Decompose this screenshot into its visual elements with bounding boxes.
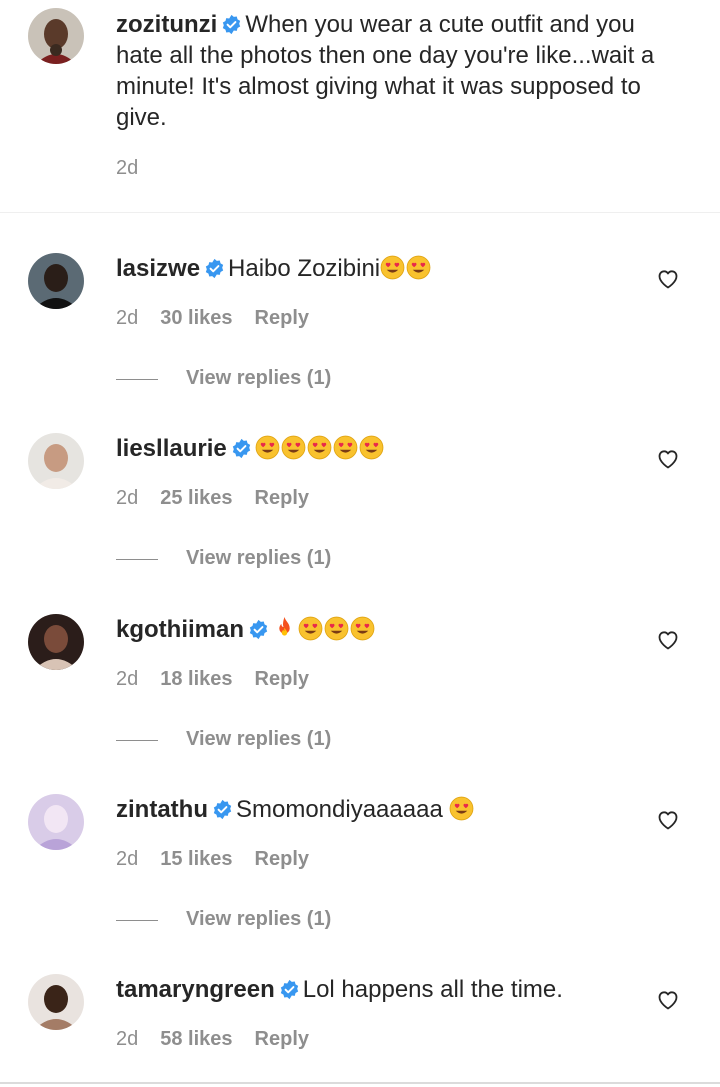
comment-meta: 2d 58 likes Reply (116, 1028, 331, 1051)
like-heart-icon[interactable] (656, 628, 680, 652)
comment-text-block: zintathu Smomondiyaaaaaa (116, 794, 676, 825)
like-count[interactable]: 25 likes (160, 487, 232, 510)
heart-eyes-emoji-icon (333, 435, 358, 460)
comment-username[interactable]: lasizwe (116, 255, 200, 282)
post-caption: zozitunzi When you wear a cute outfit and… (0, 0, 720, 212)
like-heart-icon[interactable] (656, 988, 680, 1012)
reply-button[interactable]: Reply (255, 1028, 309, 1051)
comment-username[interactable]: tamaryngreen (116, 976, 275, 1003)
comment-username[interactable]: kgothiiman (116, 616, 244, 643)
heart-eyes-emoji-icon (324, 616, 349, 641)
reply-button[interactable]: Reply (255, 848, 309, 871)
avatar[interactable] (28, 974, 84, 1030)
comment-meta: 2d 15 likes Reply (116, 848, 331, 871)
comment-username[interactable]: zintathu (116, 796, 208, 823)
avatar[interactable] (28, 8, 84, 64)
heart-eyes-emoji-icon (449, 796, 474, 821)
comment-meta: 2d 25 likes Reply (116, 487, 331, 510)
divider (116, 920, 158, 921)
view-replies-button[interactable]: View replies (1) (186, 908, 331, 931)
like-count[interactable]: 58 likes (160, 1028, 232, 1051)
view-replies-button[interactable]: View replies (1) (186, 547, 331, 570)
caption-meta: 2d (116, 157, 160, 180)
divider (0, 1082, 720, 1084)
reply-button[interactable]: Reply (255, 307, 309, 330)
like-heart-icon[interactable] (656, 808, 680, 832)
comment-time: 2d (116, 487, 139, 509)
avatar[interactable] (28, 433, 84, 489)
comment-time: 2d (116, 1028, 139, 1050)
heart-eyes-emoji-icon (380, 255, 405, 280)
comment-meta: 2d 30 likes Reply (116, 307, 331, 330)
comment-text-block: kgothiiman (116, 614, 676, 645)
comment-text-block: tamaryngreen Lol happens all the time. (116, 974, 676, 1005)
heart-eyes-emoji-icon (298, 616, 323, 641)
comment-time: 2d (116, 307, 139, 329)
caption-username[interactable]: zozitunzi (116, 11, 217, 38)
verified-badge-icon (221, 14, 242, 35)
verified-badge-icon (212, 799, 233, 820)
like-heart-icon[interactable] (656, 447, 680, 471)
reply-button[interactable]: Reply (255, 668, 309, 691)
verified-badge-icon (248, 619, 269, 640)
divider (116, 559, 158, 560)
heart-eyes-emoji-icon (255, 435, 280, 460)
divider (116, 740, 158, 741)
comment-text-block: lasizwe Haibo Zozibini (116, 253, 676, 284)
view-replies-button[interactable]: View replies (1) (186, 367, 331, 390)
like-heart-icon[interactable] (656, 267, 680, 291)
like-count[interactable]: 15 likes (160, 848, 232, 871)
comment-text: Lol happens all the time. (302, 976, 563, 1003)
divider (116, 379, 158, 380)
comment-text: Haibo Zozibini (228, 255, 381, 282)
view-replies-button[interactable]: View replies (1) (186, 728, 331, 751)
reply-button[interactable]: Reply (255, 487, 309, 510)
heart-eyes-emoji-icon (350, 616, 375, 641)
comment-text: Smomondiyaaaaaa (235, 796, 450, 823)
heart-eyes-emoji-icon (359, 435, 384, 460)
caption-text-block: zozitunzi When you wear a cute outfit and… (116, 9, 676, 133)
like-count[interactable]: 18 likes (160, 668, 232, 691)
verified-badge-icon (204, 258, 225, 279)
avatar[interactable] (28, 614, 84, 670)
comment-time: 2d (116, 848, 139, 870)
divider (0, 212, 720, 213)
comment-meta: 2d 18 likes Reply (116, 668, 331, 691)
heart-eyes-emoji-icon (281, 435, 306, 460)
caption-time: 2d (116, 157, 139, 179)
comment-username[interactable]: liesllaurie (116, 435, 227, 462)
comment-text-block: liesllaurie (116, 433, 676, 464)
avatar[interactable] (28, 253, 84, 309)
comment-time: 2d (116, 668, 139, 690)
avatar[interactable] (28, 794, 84, 850)
heart-eyes-emoji-icon (406, 255, 431, 280)
verified-badge-icon (279, 979, 300, 1000)
verified-badge-icon (231, 438, 252, 459)
heart-eyes-emoji-icon (307, 435, 332, 460)
fire-emoji-icon (272, 616, 297, 641)
like-count[interactable]: 30 likes (160, 307, 232, 330)
